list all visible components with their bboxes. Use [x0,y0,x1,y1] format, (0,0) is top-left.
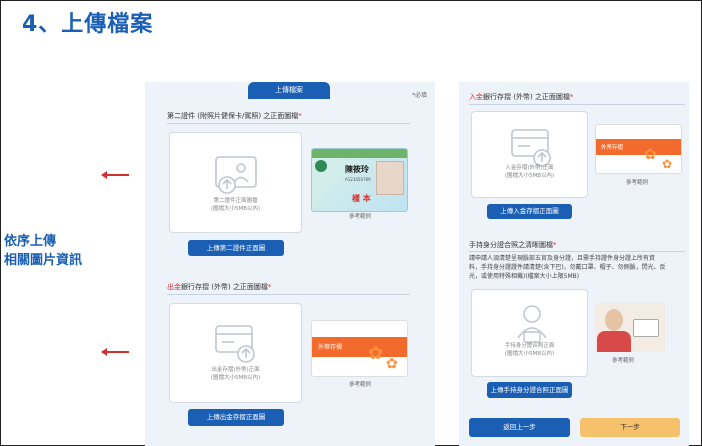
back-button[interactable]: 返回上一步 [469,418,570,437]
second-id-sample-image: 陳筱玲 A123456789 樣 本 [311,148,408,212]
deposit-hint-line-2: (圖檔大小5MB以內) [504,173,555,179]
handheld-description: 請申請人須清楚呈現臉部五官及身分證，且需手持證件身分證上所有資 料，手持身分證證… [469,254,687,281]
second-id-upload-box[interactable]: 第二證件正面圖檔 (圖檔大小5MB以內) [169,132,302,233]
red-arrow-icon [101,348,129,356]
side-note-line-2: 相關圖片資訊 [4,253,83,268]
withdraw-label-highlight: 出金 [167,283,181,291]
second-id-hint-line-2: (圖檔大小5MB以內) [210,206,261,212]
upload-handheld-id-button[interactable]: 上傳手持身分證合照正面圖 [487,382,572,398]
sample-person-head [605,309,623,331]
sample-card-name: 陳筱玲 [345,165,369,174]
handheld-desc-line-1: 請申請人須清楚呈現臉部五官及身分證，且需手持證件身分證上所有資 [469,255,656,262]
bank-card-icon [511,129,551,167]
next-button[interactable]: 下一步 [580,418,680,437]
handheld-hint-line-2: (圖檔大小5MB以內) [504,351,555,357]
deposit-label-text: 銀行存摺 (外幣) 之正面圖檔 [483,93,570,101]
second-id-label-text: 第二證件 (附照片健保卡/駕照) 之正面圖檔 [167,112,299,120]
flower-icon: ✿ [644,145,657,163]
sample-card-photo [376,161,404,195]
second-id-label: 第二證件 (附照片健保卡/駕照) 之正面圖檔* [167,112,302,120]
withdraw-label-text: 銀行存摺 (外幣) 之正面圖檔 [181,283,268,291]
card-logo-icon [315,160,327,172]
handheld-id-label: 手持身分證合照之清晰圖檔* [469,241,557,249]
deposit-sample-title: 外幣存摺 [601,145,624,151]
flower-icon: ✿ [386,356,398,372]
sample-card-number: A123456789 [345,177,371,182]
flower-icon: ✿ [368,343,384,364]
divider [469,104,685,105]
side-note-line-1: 依序上傳 [4,234,57,249]
deposit-bank-upload-box[interactable]: 入金存摺(外幣)正面 (圖檔大小5MB以內) [471,111,588,198]
bank-card-icon [215,325,255,363]
divider [469,251,685,252]
withdraw-bank-ref-label: 參考範例 [349,382,372,388]
sample-person-body [597,331,631,352]
handheld-ref-label: 參考範例 [612,358,635,364]
handheld-id-upload-box[interactable]: 手持身分證合照正面 (圖檔大小5MB以內) [471,289,588,377]
side-note: 依序上傳 相關圖片資訊 [4,232,82,270]
id-card-icon [215,156,257,194]
upload-second-id-button[interactable]: 上傳第二證件正面圖 [188,240,284,256]
tab-upload-files[interactable]: 上傳檔案 [248,82,330,99]
flower-icon: ✿ [662,157,673,171]
upload-deposit-bank-button[interactable]: 上傳入金存摺正面圖 [487,204,572,219]
person-icon [517,305,547,343]
divider [167,123,410,124]
required-note: *必填 [412,92,428,99]
deposit-label-highlight: 入金 [469,93,483,101]
withdraw-sample-title: 外幣存摺 [318,344,343,351]
handheld-label-text: 手持身分證合照之清晰圖檔 [469,241,553,249]
handheld-desc-line-3: 光，或使用特殊相機)(檔案大小上限5MB) [469,273,580,280]
handheld-desc-line-2: 料，手持身分證證件請清楚(含下巴)，勿戴口罩、帽子、勿側臉，閃光、反 [469,264,666,271]
withdraw-bank-label: 出金銀行存摺 (外幣) 之正面圖檔* [167,283,272,291]
page-title: 4、上傳檔案 [22,12,154,37]
withdraw-bank-upload-box[interactable]: 出金存摺(外幣)正面 (圖檔大小5MB以內) [169,303,302,403]
sample-card-stamp: 樣 本 [352,194,371,203]
deposit-bank-sample-image: 外幣存摺 ✿ ✿ [595,124,682,174]
card-header-band [312,149,407,158]
deposit-bank-ref-label: 參考範例 [626,180,649,186]
divider [167,294,410,295]
red-arrow-icon [101,171,129,179]
sample-held-card [633,319,659,337]
second-id-ref-label: 參考範例 [349,214,372,220]
withdraw-bank-sample-image: 外幣存摺 ✿ ✿ [311,320,408,377]
deposit-bank-label: 入金銀行存摺 (外幣) 之正面圖檔* [469,93,574,101]
upload-withdraw-bank-button[interactable]: 上傳出金存摺正面圖 [188,409,284,426]
handheld-id-sample-image [595,303,665,352]
withdraw-hint-line-2: (圖檔大小5MB以內) [210,375,261,381]
